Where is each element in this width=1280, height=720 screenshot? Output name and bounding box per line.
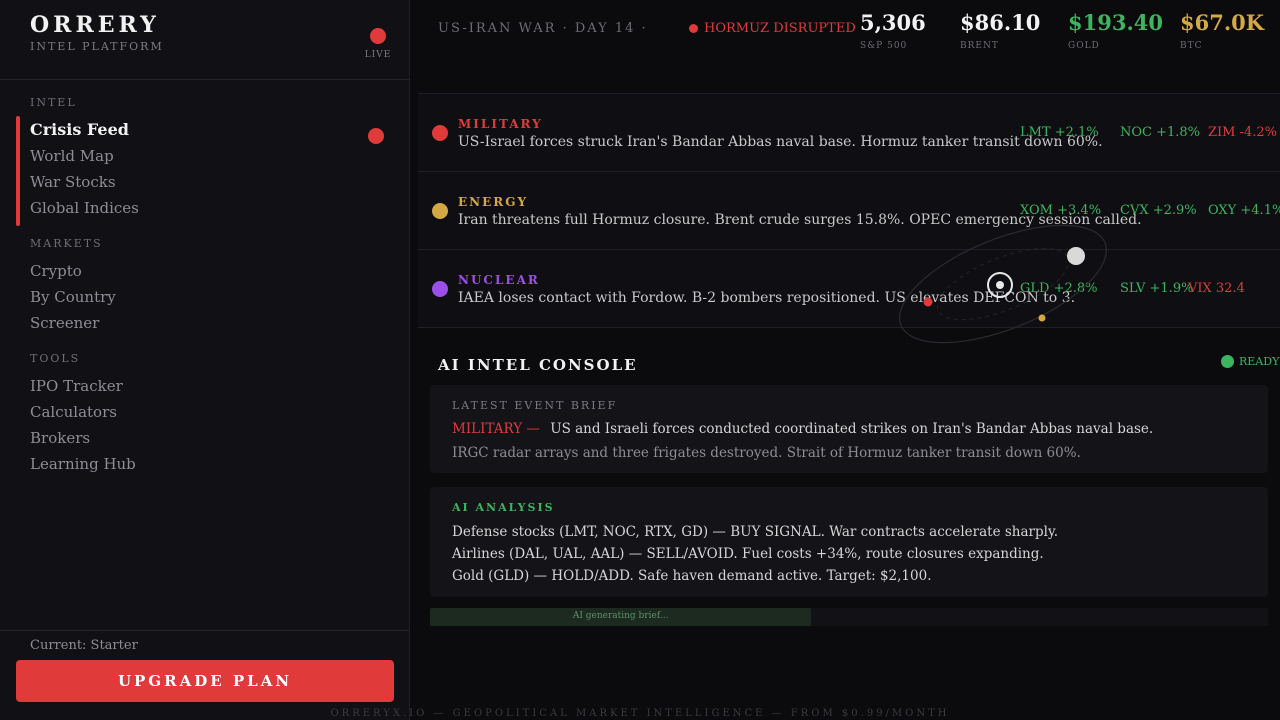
sidebar-item-global-indices[interactable]: Global Indices: [30, 197, 390, 223]
event-text: US-Israel forces struck Iran's Bandar Ab…: [458, 134, 1103, 150]
stock-chip[interactable]: LMT +2.1%: [1020, 125, 1099, 140]
energy-dot-icon: [432, 203, 448, 219]
market-header: US-IRAN WAR · DAY 14 · HORMUZ DISRUPTED …: [418, 0, 1280, 94]
war-status-label: US-IRAN WAR · DAY 14 ·: [438, 21, 648, 36]
nav-group-markets: MARKETS Crypto By Country Screener: [30, 237, 390, 338]
sidebar-nav: INTEL Crisis Feed World Map War Stocks G…: [30, 96, 390, 493]
latest-brief-card: LATEST EVENT BRIEF MILITARY — US and Isr…: [430, 385, 1268, 473]
sidebar-divider: [0, 79, 410, 80]
hormuz-alert: HORMUZ DISRUPTED: [689, 21, 856, 36]
brand: ORRERY INTEL PLATFORM: [30, 12, 164, 53]
brief-heading: LATEST EVENT BRIEF: [452, 399, 618, 412]
main-panel: US-IRAN WAR · DAY 14 · HORMUZ DISRUPTED …: [418, 0, 1280, 720]
footer-tagline: ORRERYX.IO — GEOPOLITICAL MARKET INTELLI…: [330, 708, 950, 719]
live-dot-icon: [370, 28, 386, 44]
alert-dot-icon: [689, 24, 698, 33]
ticker-value: 5,306: [860, 10, 926, 35]
ticker-value: $193.40: [1068, 10, 1163, 35]
stock-chip[interactable]: CVX +2.9%: [1120, 203, 1197, 218]
stock-chip[interactable]: XOM +3.4%: [1020, 203, 1101, 218]
ticker-sp500[interactable]: 5,306 S&P 500: [860, 10, 926, 51]
nav-heading-markets: MARKETS: [30, 237, 103, 250]
ready-dot-icon: [1221, 355, 1234, 368]
ticker-brent[interactable]: $86.10 BRENT: [960, 10, 1040, 51]
stock-chip[interactable]: SLV +1.9%: [1120, 281, 1193, 296]
event-row-military[interactable]: MILITARY US-Israel forces struck Iran's …: [418, 94, 1280, 172]
stock-chip[interactable]: GLD +2.8%: [1020, 281, 1098, 296]
console-title: AI INTEL CONSOLE: [438, 356, 638, 374]
console-status: READY: [1221, 355, 1279, 368]
ticker-gold[interactable]: $193.40 GOLD: [1068, 10, 1163, 51]
crisis-event-list: MILITARY US-Israel forces struck Iran's …: [418, 94, 1280, 344]
ticker-btc[interactable]: $67.0K BTC: [1180, 10, 1264, 51]
event-category: MILITARY: [458, 117, 543, 131]
stock-chip[interactable]: OXY +4.1%: [1208, 203, 1280, 218]
active-nav-indicator: [16, 116, 20, 226]
analysis-line: Defense stocks (LMT, NOC, RTX, GD) — BUY…: [452, 524, 1059, 540]
sidebar-item-brokers[interactable]: Brokers: [30, 427, 390, 453]
current-plan-label: Current: Starter: [30, 638, 138, 653]
stock-chip[interactable]: ZIM -4.2%: [1208, 125, 1277, 140]
ticker-label: BRENT: [960, 41, 999, 51]
sidebar-footer-divider: [0, 630, 410, 631]
sidebar-item-calculators[interactable]: Calculators: [30, 401, 390, 427]
event-category: NUCLEAR: [458, 273, 540, 287]
sidebar-item-learning-hub[interactable]: Learning Hub: [30, 453, 390, 479]
live-label: LIVE: [364, 50, 392, 60]
stock-chip[interactable]: NOC +1.8%: [1120, 125, 1200, 140]
live-indicator: LIVE: [364, 28, 392, 60]
brief-text: US and Israeli forces conducted coordina…: [550, 421, 1154, 437]
sidebar-item-world-map[interactable]: World Map: [30, 145, 390, 171]
upgrade-plan-button[interactable]: UPGRADE PLAN: [16, 660, 394, 702]
sidebar: ORRERY INTEL PLATFORM LIVE INTEL Crisis …: [0, 0, 410, 720]
ticker-label: BTC: [1180, 41, 1203, 51]
analysis-line: Gold (GLD) — HOLD/ADD. Safe haven demand…: [452, 568, 932, 584]
brief-line-1: MILITARY — US and Israeli forces conduct…: [452, 421, 1153, 437]
nav-group-tools: TOOLS IPO Tracker Calculators Brokers Le…: [30, 352, 390, 479]
event-row-nuclear[interactable]: NUCLEAR IAEA loses contact with Fordow. …: [418, 250, 1280, 328]
brief-line-2: IRGC radar arrays and three frigates des…: [452, 445, 1081, 461]
ticker-label: GOLD: [1068, 41, 1100, 51]
ticker-value: $67.0K: [1180, 10, 1265, 35]
console-status-label: READY: [1239, 355, 1280, 368]
app-root: ORRERY INTEL PLATFORM LIVE INTEL Crisis …: [0, 0, 1280, 720]
event-row-energy[interactable]: ENERGY Iran threatens full Hormuz closur…: [418, 172, 1280, 250]
sidebar-item-crypto[interactable]: Crypto: [30, 260, 390, 286]
sidebar-item-crisis-feed[interactable]: Crisis Feed: [30, 119, 390, 145]
sidebar-item-screener[interactable]: Screener: [30, 312, 390, 338]
military-dot-icon: [432, 125, 448, 141]
ai-analysis-card: AI ANALYSIS Defense stocks (LMT, NOC, RT…: [430, 487, 1268, 597]
nav-group-intel: INTEL Crisis Feed World Map War Stocks G…: [30, 96, 390, 223]
ai-progress-bar: AI generating brief...: [430, 608, 1268, 626]
nav-heading-tools: TOOLS: [30, 352, 81, 365]
sidebar-item-war-stocks[interactable]: War Stocks: [30, 171, 390, 197]
alert-text: HORMUZ DISRUPTED: [704, 21, 856, 36]
analysis-line: Airlines (DAL, UAL, AAL) — SELL/AVOID. F…: [452, 546, 1044, 562]
event-text: IAEA loses contact with Fordow. B-2 bomb…: [458, 290, 1076, 306]
sidebar-item-by-country[interactable]: By Country: [30, 286, 390, 312]
brand-subtitle: INTEL PLATFORM: [30, 40, 164, 53]
brand-title: ORRERY: [30, 12, 160, 38]
ticker-value: $86.10: [960, 10, 1041, 35]
stock-chip[interactable]: VIX 32.4: [1188, 281, 1245, 296]
nav-heading-intel: INTEL: [30, 96, 77, 109]
brief-tag: MILITARY —: [452, 421, 540, 437]
analysis-heading: AI ANALYSIS: [452, 501, 555, 514]
sidebar-item-ipo-tracker[interactable]: IPO Tracker: [30, 375, 390, 401]
nuclear-dot-icon: [432, 281, 448, 297]
event-category: ENERGY: [458, 195, 529, 209]
ticker-label: S&P 500: [860, 41, 908, 51]
ai-progress-label: AI generating brief...: [572, 611, 669, 621]
